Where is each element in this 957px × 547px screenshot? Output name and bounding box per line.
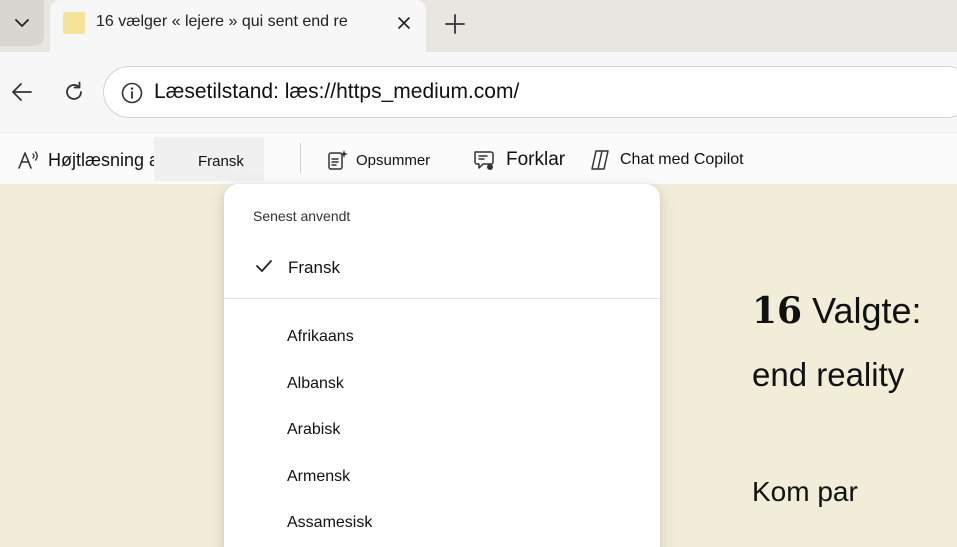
- tab-close-button[interactable]: [392, 11, 416, 35]
- read-aloud-button[interactable]: Højtlæsning ab: [16, 145, 169, 175]
- language-item[interactable]: Afrikaans: [224, 320, 660, 367]
- address-url[interactable]: Læsetilstand: læs://https_medium.com/: [154, 80, 519, 104]
- arrow-left-icon: [12, 83, 32, 101]
- language-label: Armensk: [287, 467, 351, 485]
- plus-icon: [445, 14, 465, 34]
- article-title-line-1: 16 Valgte:: [752, 290, 922, 332]
- language-label: Albansk: [287, 374, 344, 392]
- recent-language-label: Fransk: [288, 258, 340, 277]
- language-item[interactable]: Albansk: [224, 367, 660, 414]
- translate-language-picker[interactable]: Fransk: [154, 137, 264, 181]
- refresh-icon: [66, 81, 82, 100]
- page-favicon-icon: [63, 12, 85, 34]
- article-title-line-2: end reality: [752, 356, 905, 393]
- language-label: Arabisk: [287, 421, 341, 438]
- article-body-text: Kom par: [752, 476, 858, 507]
- chat-with-copilot-button[interactable]: Chat med Copilot: [588, 147, 744, 173]
- tab-list-button[interactable]: [0, 0, 44, 46]
- back-button[interactable]: [6, 76, 38, 108]
- new-tab-button[interactable]: [440, 9, 470, 39]
- language-dropdown: Senest anvendt Fransk Afrikaans Albansk …: [224, 184, 660, 547]
- explain-icon: [474, 151, 494, 170]
- read-aloud-label: Højtlæsning ab: [48, 149, 170, 170]
- active-tab[interactable]: 16 vælger « lejere » qui sent end re: [50, 0, 426, 52]
- recent-language-item[interactable]: Fransk: [224, 248, 660, 286]
- copilot-label: Chat med Copilot: [620, 151, 744, 168]
- tab-strip: 16 vælger « lejere » qui sent end re: [0, 0, 957, 52]
- recently-used-heading: Senest anvendt: [253, 208, 351, 224]
- dropdown-divider: [224, 298, 660, 299]
- checkmark-icon: [256, 260, 272, 272]
- summarize-icon: [328, 150, 348, 170]
- language-item[interactable]: Armensk: [224, 460, 660, 507]
- close-icon: [398, 17, 410, 29]
- reader-toolbar: Højtlæsning ab Fransk Opsummer Forklar C…: [0, 132, 957, 184]
- toolbar-divider: [300, 143, 301, 173]
- summarize-button[interactable]: Opsummer: [326, 147, 430, 173]
- explain-button[interactable]: Forklar: [472, 147, 565, 173]
- site-info-icon[interactable]: [120, 81, 144, 105]
- article-title-text: Valgte:: [812, 290, 922, 331]
- language-item[interactable]: Arabisk: [224, 413, 660, 460]
- selected-language: Fransk: [198, 153, 244, 170]
- address-bar[interactable]: Læsetilstand: læs://https_medium.com/: [103, 66, 957, 118]
- language-item[interactable]: Assamesisk: [224, 506, 660, 547]
- reload-button[interactable]: [58, 76, 90, 108]
- navigation-bar: Læsetilstand: læs://https_medium.com/: [0, 52, 957, 132]
- language-list: Afrikaans Albansk Arabisk Armensk Assame…: [224, 320, 660, 547]
- language-label: Assamesisk: [287, 514, 373, 531]
- article-title-number: 16: [752, 290, 803, 332]
- explain-label: Forklar: [506, 149, 566, 170]
- read-aloud-icon: [18, 151, 38, 169]
- summarize-label: Opsummer: [356, 151, 431, 169]
- chevron-down-icon: [15, 19, 29, 27]
- copilot-icon: [591, 150, 609, 170]
- tab-title: 16 vælger « lejere » qui sent end re: [96, 13, 348, 30]
- language-label: Afrikaans: [287, 328, 354, 345]
